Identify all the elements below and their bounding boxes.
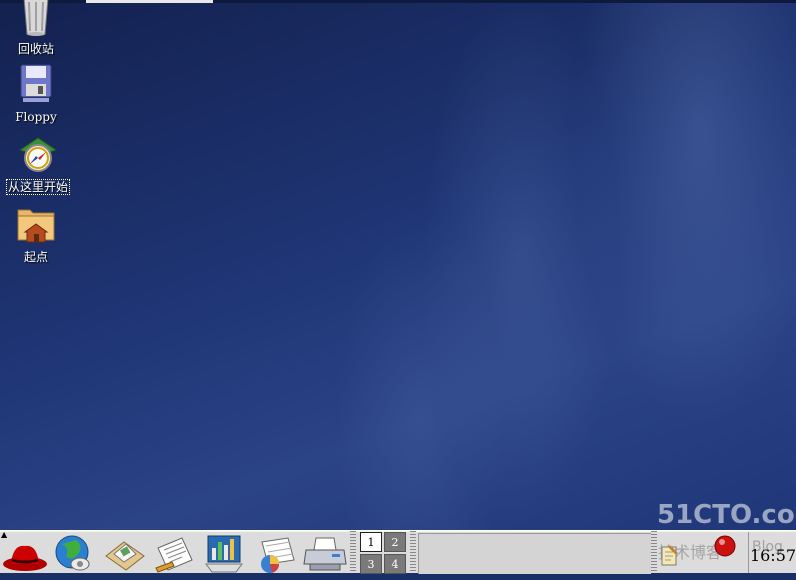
panel-drag-handle[interactable] [410,531,416,573]
update-alert-icon[interactable] [714,535,736,561]
bottom-panel: ▲ 1 2 3 4 技术博客 Blog 16:57 [0,530,796,574]
redhat-menu-icon [3,545,47,571]
word-processor-launcher[interactable] [152,534,198,574]
spreadsheet-icon [261,537,295,573]
desktop-icon-trash[interactable]: 回收站 [0,0,72,57]
workspace-4-button[interactable]: 4 [384,554,406,574]
notification-area: 技术博客 Blog [656,533,783,573]
desktop-icon-home[interactable]: 起点 [0,202,72,265]
presentation-launcher[interactable] [202,534,248,574]
desktop-icon-label: Floppy [15,110,57,124]
top-edge-strip [0,0,796,3]
watermark-site: 51CTO.com [657,500,796,530]
email-launcher[interactable] [102,534,148,574]
spreadsheet-launcher[interactable] [252,534,298,574]
email-icon [105,541,145,571]
printer-icon [303,537,347,571]
web-browser-launcher[interactable] [52,534,98,574]
main-menu-button[interactable] [2,534,48,574]
workspace-2-button[interactable]: 2 [384,532,406,552]
desktop-icon-label: 从这里开始 [5,179,71,195]
web-browser-icon [55,535,90,571]
workspace-3-button[interactable]: 3 [360,554,382,574]
word-processor-icon [155,537,193,573]
presentation-icon [205,535,243,573]
desktop-icon-label: 回收站 [17,42,54,56]
top-window-tab[interactable] [86,0,213,3]
printer-launcher[interactable] [302,534,348,574]
notes-icon[interactable] [660,543,680,571]
desktop-icon-floppy[interactable]: Floppy [0,62,72,125]
floppy-icon [14,62,58,106]
panel-drag-handle[interactable] [350,531,356,573]
clock[interactable]: 16:57 [748,532,796,573]
workspace-switcher: 1 2 3 4 [358,532,408,574]
desktop-icon-start-here[interactable]: 从这里开始 [2,132,74,195]
home-folder-icon [14,202,58,246]
trash-icon [14,0,58,38]
start-here-icon [16,132,60,176]
desktop-icon-label: 起点 [23,250,48,264]
task-list[interactable] [418,533,651,574]
desktop-background[interactable]: 回收站 Floppy 从这里开始 起点 51CTO.co [0,0,796,530]
workspace-1-button[interactable]: 1 [360,532,382,552]
